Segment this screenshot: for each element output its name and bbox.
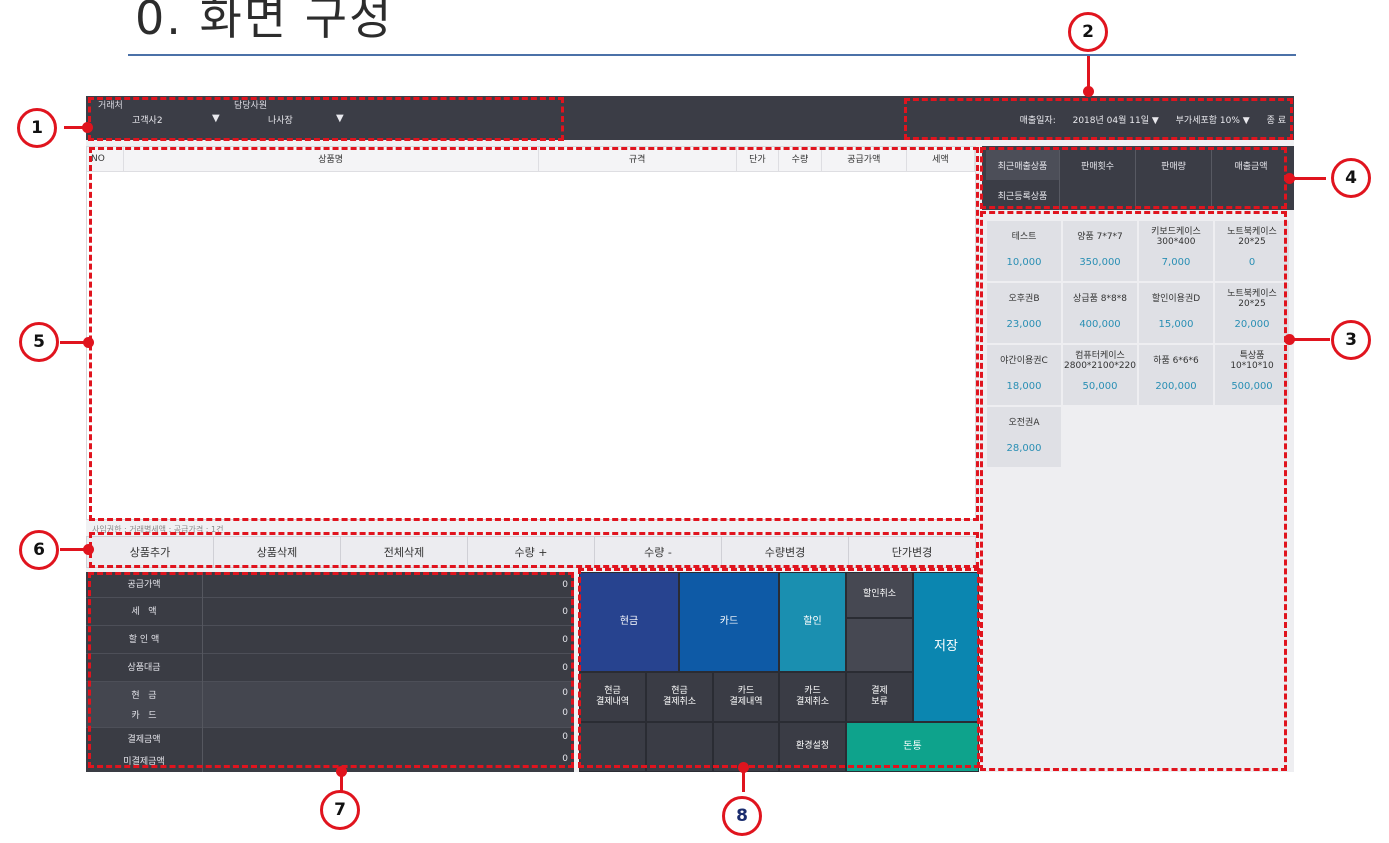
callout-7: 7 [320, 790, 360, 830]
leader-dot-5 [83, 337, 94, 348]
annotation-box-8 [578, 568, 980, 768]
callout-1: 1 [17, 108, 57, 148]
leader-dot-3 [1284, 334, 1295, 345]
leader-line-3 [1290, 338, 1330, 341]
callout-6: 6 [19, 530, 59, 570]
leader-dot-1 [82, 122, 93, 133]
leader-dot-4 [1284, 173, 1295, 184]
annotation-box-1 [88, 97, 564, 141]
annotation-box-3 [980, 211, 1287, 771]
leader-dot-8 [738, 762, 749, 773]
annotation-box-6 [89, 532, 979, 568]
leader-line-2 [1087, 56, 1090, 90]
callout-2: 2 [1068, 12, 1108, 52]
callout-8: 8 [722, 796, 762, 836]
title-rule [128, 54, 1296, 56]
leader-dot-6 [83, 544, 94, 555]
annotation-box-2 [904, 98, 1293, 140]
annotation-box-4 [980, 147, 1287, 209]
slide-title: 0. 화면 구성 [135, 0, 394, 45]
leader-line-4 [1290, 177, 1326, 180]
callout-4: 4 [1331, 158, 1371, 198]
annotation-box-5 [89, 147, 979, 521]
leader-dot-2 [1083, 86, 1094, 97]
callout-5: 5 [19, 322, 59, 362]
leader-dot-7 [336, 766, 347, 777]
callout-3: 3 [1331, 320, 1371, 360]
annotation-box-7 [88, 572, 574, 768]
